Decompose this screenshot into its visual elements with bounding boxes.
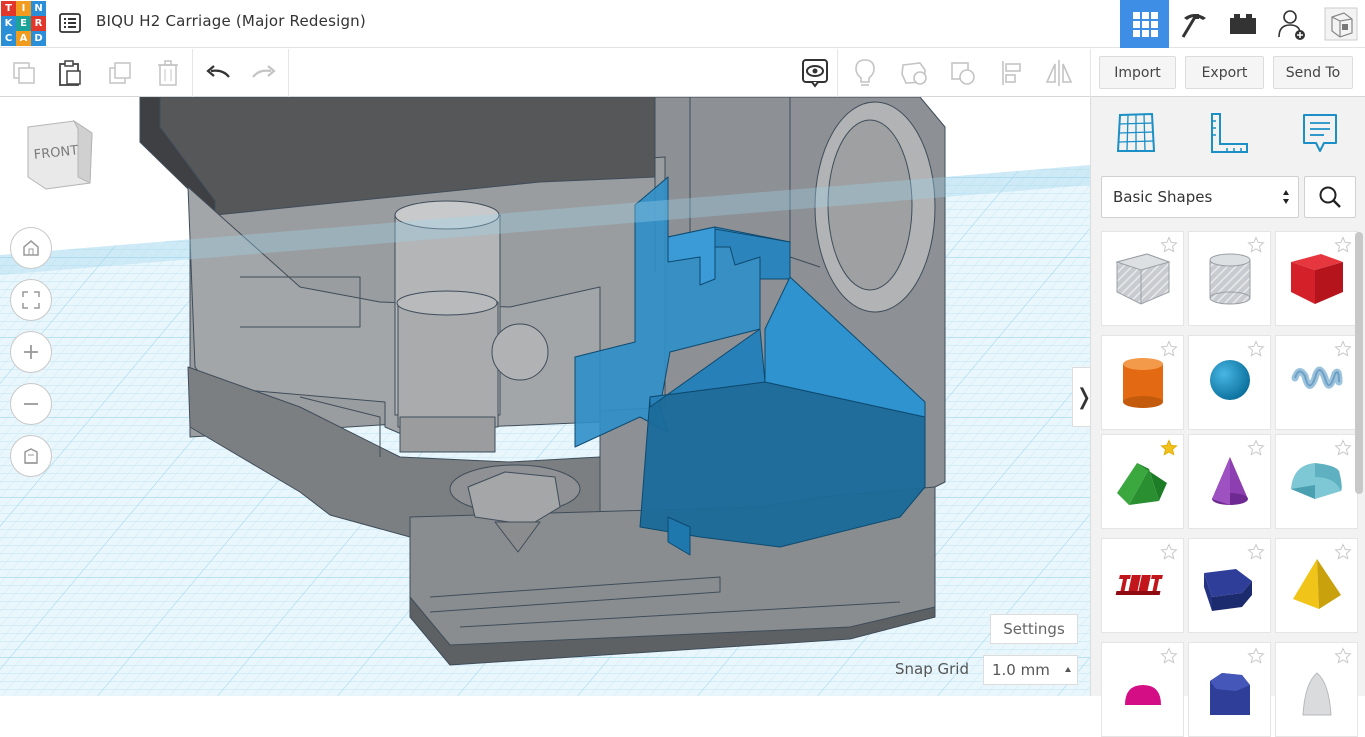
shape-hole-icon[interactable] — [896, 49, 932, 97]
group-icon[interactable] — [945, 49, 981, 97]
notes-icon[interactable] — [1296, 109, 1344, 157]
logo-letter: E — [16, 16, 31, 31]
shape-roof[interactable] — [1101, 434, 1184, 529]
top-right-nav — [1120, 0, 1365, 48]
shape-category-value: Basic Shapes — [1113, 188, 1213, 206]
logo-letter: A — [16, 31, 31, 46]
snap-grid-label: Snap Grid — [895, 660, 969, 678]
3d-scene[interactable] — [0, 97, 1090, 696]
shape-box-hole[interactable] — [1101, 231, 1184, 326]
half-sphere-icon — [1125, 685, 1161, 705]
shape-text[interactable] — [1101, 538, 1184, 633]
toolbar-divider — [192, 49, 193, 97]
snap-grid-select[interactable]: 1.0 mm — [983, 655, 1078, 685]
chevron-right-icon: ❭ — [1075, 385, 1090, 410]
collapse-panel-button[interactable]: ❭ — [1072, 367, 1090, 427]
toolbar-divider — [1090, 49, 1091, 97]
delete-icon[interactable] — [150, 49, 186, 97]
tinkercad-logo[interactable]: T I N K E R C A D — [1, 1, 46, 46]
roof-icon — [1117, 463, 1167, 505]
bricks-icon[interactable] — [1218, 0, 1267, 48]
zoom-in-icon[interactable] — [10, 331, 52, 373]
shapes-panel: Basic Shapes — [1090, 97, 1365, 737]
zoom-out-icon[interactable] — [10, 383, 52, 425]
logo-letter: C — [1, 31, 16, 46]
3d-design-view-icon[interactable] — [1120, 0, 1169, 48]
snap-grid-value: 1.0 mm — [992, 661, 1050, 679]
logo-letter: D — [31, 31, 46, 46]
redo-icon[interactable] — [246, 49, 282, 97]
codeblocks-pickaxe-icon[interactable] — [1169, 0, 1218, 48]
logo-letter: R — [31, 16, 46, 31]
home-view-icon[interactable] — [10, 227, 52, 269]
shape-hexagonal-prism[interactable] — [1188, 642, 1271, 737]
caret-up-icon — [1065, 667, 1071, 672]
workplane-canvas[interactable]: FRONT Settings Snap Grid 1.0 mm ❭ — [0, 97, 1090, 696]
view-cube[interactable]: FRONT — [22, 117, 98, 193]
box-hole-icon — [1115, 253, 1171, 305]
shape-polygon[interactable] — [1188, 538, 1271, 633]
text-shape-icon — [1115, 575, 1163, 595]
logo-letter: T — [1, 1, 16, 16]
user-add-icon[interactable] — [1267, 0, 1316, 48]
workplane-grid-icon[interactable] — [1112, 109, 1160, 157]
send-to-button[interactable]: Send To — [1273, 56, 1353, 89]
shape-round-roof[interactable] — [1275, 434, 1358, 529]
shape-cone[interactable] — [1188, 434, 1271, 529]
import-button[interactable]: Import — [1099, 56, 1176, 89]
toolbar-divider — [837, 49, 838, 97]
round-roof-icon — [1291, 463, 1342, 499]
copy-icon[interactable] — [6, 49, 42, 97]
shape-sphere[interactable] — [1188, 335, 1271, 430]
avatar[interactable] — [1316, 0, 1365, 48]
mirror-icon[interactable] — [1041, 49, 1077, 97]
light-bulb-icon[interactable] — [847, 49, 883, 97]
export-button[interactable]: Export — [1185, 56, 1264, 89]
shape-half-sphere[interactable] — [1101, 642, 1184, 737]
panel-scrollbar[interactable] — [1355, 232, 1363, 494]
design-title[interactable]: BIQU H2 Carriage (Major Redesign) — [96, 12, 366, 30]
align-icon[interactable] — [994, 49, 1030, 97]
hexagonal-prism-icon — [1210, 673, 1250, 715]
fit-view-icon[interactable] — [10, 279, 52, 321]
logo-letter: N — [31, 1, 46, 16]
design-menu-icon[interactable] — [58, 11, 82, 35]
box-icon — [1291, 254, 1343, 304]
logo-letter: I — [16, 1, 31, 16]
scribble-icon — [1291, 366, 1343, 389]
toolbar-divider — [288, 49, 289, 97]
pyramid-icon — [1293, 559, 1341, 609]
perspective-icon[interactable] — [10, 435, 52, 477]
settings-button[interactable]: Settings — [990, 614, 1078, 644]
paraboloid-icon — [1302, 672, 1332, 716]
notes-visibility-icon[interactable] — [797, 49, 833, 97]
panel-tool-icons — [1091, 97, 1365, 171]
shape-pyramid[interactable] — [1275, 538, 1358, 633]
ruler-icon[interactable] — [1205, 109, 1253, 157]
paste-icon[interactable] — [52, 49, 88, 97]
select-updown-icon — [1283, 190, 1289, 204]
cylinder-icon — [1123, 358, 1163, 408]
cone-icon — [1212, 457, 1248, 505]
shape-box[interactable] — [1275, 231, 1358, 326]
top-bar: T I N K E R C A D BIQU H2 Carriage (Majo… — [0, 0, 1365, 48]
shape-cylinder[interactable] — [1101, 335, 1184, 430]
shape-paraboloid[interactable] — [1275, 642, 1358, 737]
shape-scribble[interactable] — [1275, 335, 1358, 430]
undo-icon[interactable] — [200, 49, 236, 97]
sphere-icon — [1210, 360, 1250, 400]
polygon-icon — [1204, 569, 1252, 611]
shape-category-select[interactable]: Basic Shapes — [1101, 176, 1299, 218]
shape-search-icon[interactable] — [1304, 176, 1356, 218]
duplicate-icon[interactable] — [102, 49, 138, 97]
logo-letter: K — [1, 16, 16, 31]
shape-cylinder-hole[interactable] — [1188, 231, 1271, 326]
cylinder-hole-icon — [1209, 253, 1251, 305]
edit-toolbar: Import Export Send To — [0, 49, 1365, 97]
